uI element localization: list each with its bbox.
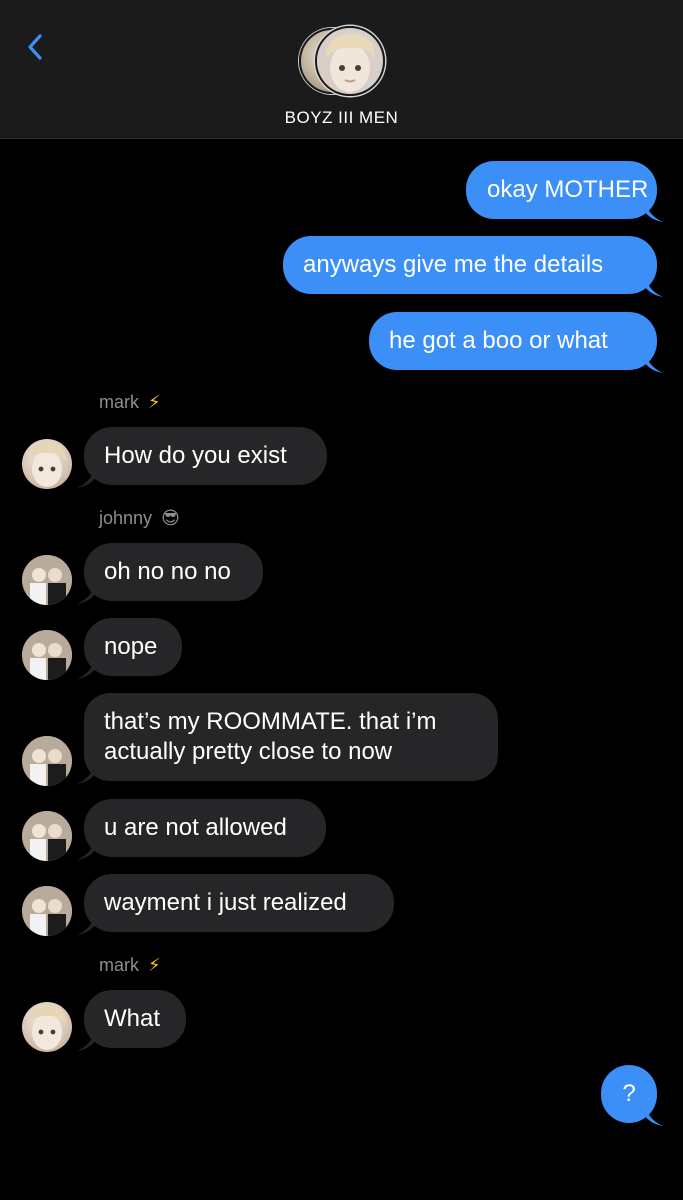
sunglasses-emoji-icon: 😎 — [161, 508, 180, 528]
incoming-message[interactable]: u are not allowed — [84, 799, 326, 857]
avatar-mark[interactable] — [22, 1002, 72, 1052]
outgoing-message[interactable]: anyways give me the details — [283, 236, 657, 294]
incoming-message[interactable]: What — [84, 990, 186, 1048]
bubble-tail — [77, 915, 95, 935]
message-text: wayment i just realized — [104, 889, 347, 916]
incoming-message[interactable]: oh no no no — [84, 543, 263, 601]
message-text: What — [104, 1005, 161, 1032]
message-text: u are not allowed — [104, 814, 287, 841]
avatar-johnny[interactable] — [22, 736, 72, 786]
message-text: nope — [104, 633, 158, 660]
lightning-icon: ⚡ — [148, 392, 161, 412]
bubble-tail — [645, 277, 663, 297]
message-text-line: that’s my ROOMMATE. that i’m — [104, 708, 437, 735]
group-avatar[interactable] — [299, 26, 387, 98]
bubble-tail — [77, 1031, 95, 1051]
message-text: okay MOTHER — [487, 176, 649, 203]
message-text: anyways give me the details — [303, 251, 604, 278]
bubble-tail — [645, 1106, 663, 1126]
sender-label-mark: mark ⚡ — [99, 392, 161, 412]
message-text: he got a boo or what — [389, 327, 608, 354]
group-title[interactable]: BOYZ III MEN — [0, 108, 683, 128]
avatar-johnny[interactable] — [22, 555, 72, 605]
avatar-johnny[interactable] — [22, 886, 72, 936]
bubble-tail — [77, 840, 95, 860]
sender-label-mark: mark ⚡ — [99, 955, 161, 975]
bubble-tail — [77, 659, 95, 679]
sender-label-johnny: johnny 😎 — [99, 508, 180, 528]
incoming-message[interactable]: wayment i just realized — [84, 874, 394, 932]
avatar-mark[interactable] — [22, 439, 72, 489]
conversation-header: BOYZ III MEN — [0, 0, 683, 139]
bubble-tail — [645, 353, 663, 373]
avatar-johnny[interactable] — [22, 811, 72, 861]
message-text: ? — [622, 1080, 636, 1107]
member-avatar-front — [315, 26, 385, 96]
outgoing-message[interactable]: he got a boo or what — [369, 312, 657, 370]
back-chevron-icon[interactable] — [22, 32, 52, 62]
message-text: How do you exist — [104, 442, 287, 469]
bubble-tail — [77, 584, 95, 604]
lightning-icon: ⚡ — [148, 955, 161, 975]
incoming-message[interactable]: How do you exist — [84, 427, 327, 485]
bubble-tail — [77, 468, 95, 488]
avatar-johnny[interactable] — [22, 630, 72, 680]
incoming-message[interactable]: that’s my ROOMMATE. that i’m actually pr… — [84, 693, 498, 781]
bubble-tail — [645, 202, 663, 222]
message-text: oh no no no — [104, 558, 231, 585]
outgoing-message[interactable]: okay MOTHER — [466, 161, 657, 219]
incoming-message[interactable]: nope — [84, 618, 182, 676]
bubble-tail — [77, 764, 95, 784]
message-text-line: actually pretty close to now — [104, 738, 393, 765]
